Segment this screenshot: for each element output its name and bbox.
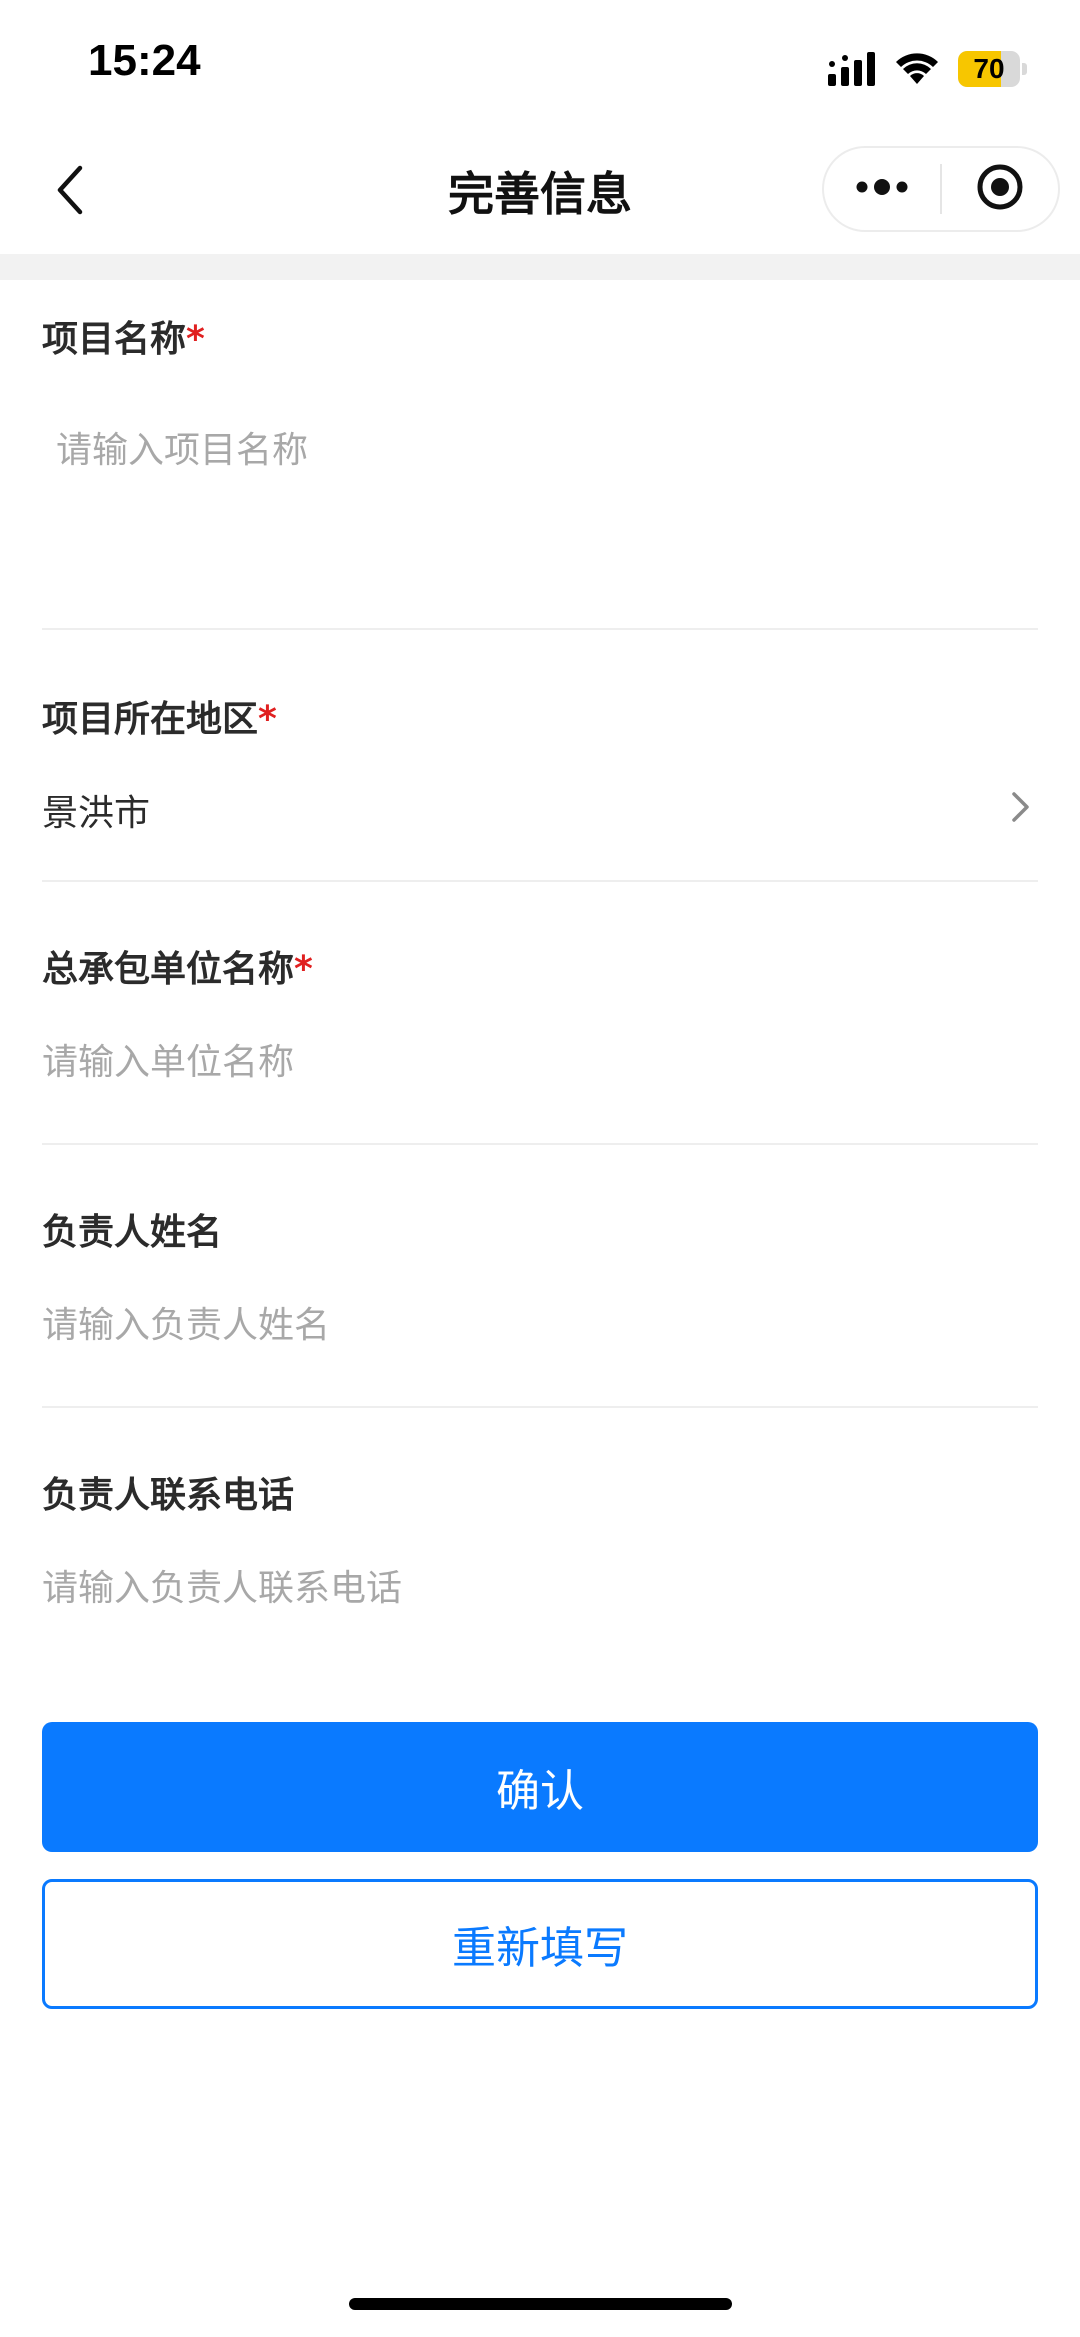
status-icons: 70 (828, 44, 1028, 94)
wifi-icon (894, 52, 940, 86)
battery-level: 70 (973, 53, 1005, 84)
close-miniprogram-button[interactable] (942, 148, 1058, 230)
field-label-project-name: 项目名称* (42, 319, 205, 360)
status-bar: 15:24 70 (0, 0, 1080, 130)
field-contractor-name: 总承包单位名称* (42, 882, 1038, 1145)
confirm-button[interactable]: 确认 (42, 1722, 1038, 1852)
project-region-value[interactable]: 景洪市 (42, 784, 150, 836)
more-button[interactable] (824, 148, 940, 230)
project-name-input[interactable] (56, 420, 1016, 480)
field-label-manager-phone: 负责人联系电话 (42, 1475, 295, 1516)
battery-icon: 70 (958, 50, 1028, 88)
field-label-project-region: 项目所在地区* (42, 699, 277, 740)
page: 15:24 70 完善信息 项目名称* 请输入项目名称 项目所在地区* 景洪市 … (0, 0, 1080, 2337)
field-project-name: 项目名称* (42, 280, 1038, 630)
field-label-manager-name: 负责人姓名 (42, 1212, 223, 1253)
manager-phone-input[interactable] (42, 1558, 1002, 1618)
contractor-name-input[interactable] (42, 1032, 1002, 1092)
home-indicator[interactable] (349, 2298, 732, 2310)
field-manager-name: 负责人姓名 (42, 1145, 1038, 1408)
reset-button[interactable]: 重新填写 (42, 1879, 1038, 2009)
mini-program-capsule (822, 146, 1060, 232)
signal-icon (828, 52, 876, 86)
field-manager-phone: 负责人联系电话 (42, 1408, 1038, 1671)
required-mark: * (294, 949, 313, 990)
status-time: 15:24 (88, 36, 201, 85)
required-mark: * (186, 319, 205, 360)
nav-bar: 完善信息 (0, 130, 1080, 254)
required-mark: * (258, 699, 277, 740)
info-form: 项目名称* 项目所在地区* 景洪市 总承包单位名称* 负责人姓名 (42, 280, 1038, 1671)
section-divider (0, 254, 1080, 280)
field-label-contractor-name: 总承包单位名称* (42, 949, 313, 990)
target-circle-icon (975, 162, 1025, 216)
chevron-right-icon (1010, 790, 1032, 828)
more-dots-icon (854, 177, 910, 201)
manager-name-input[interactable] (42, 1295, 1002, 1355)
field-project-region[interactable]: 项目所在地区* 景洪市 (42, 630, 1038, 882)
